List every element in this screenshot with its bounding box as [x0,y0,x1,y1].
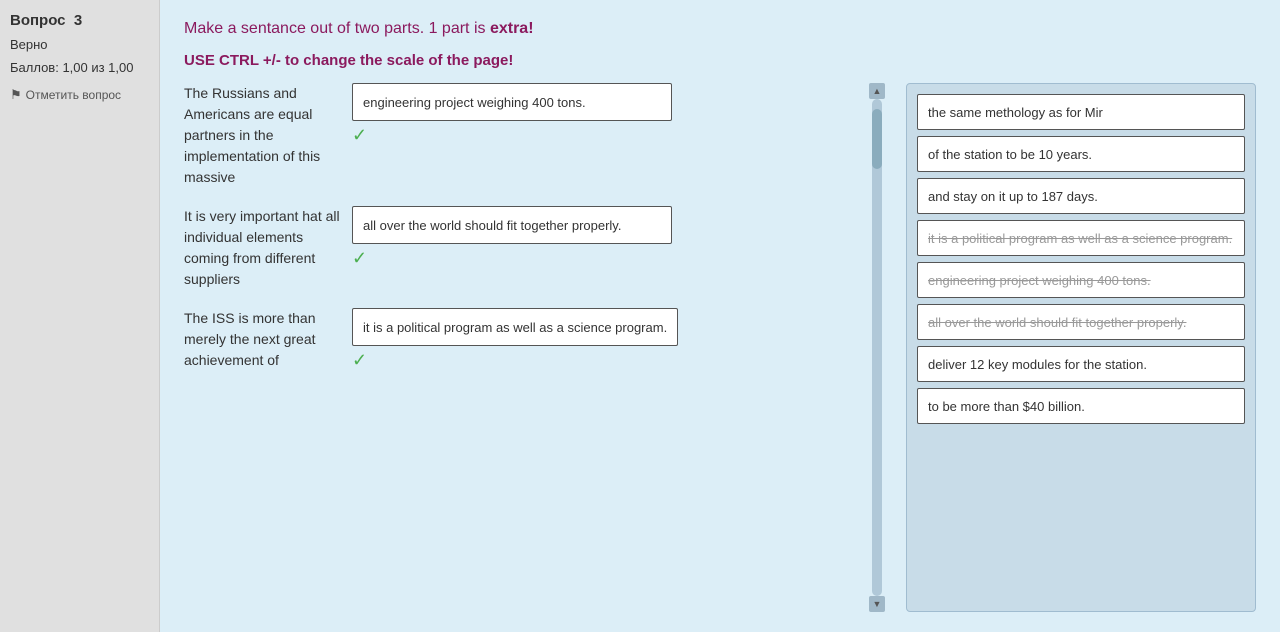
drop-box-2[interactable]: all over the world should fit together p… [352,206,672,244]
sentences-column: The Russians and Americans are equal par… [184,83,848,612]
sentence-row: It is very important hat all individual … [184,206,848,290]
sidebar: Вопрос 3 Верно Баллов: 1,00 из 1,00 ⚑ От… [0,0,160,632]
sentence-text-3: The ISS is more than merely the next gre… [184,308,344,371]
scroll-down-arrow[interactable]: ▼ [869,596,885,612]
flag-question-button[interactable]: ⚑ Отметить вопрос [10,87,149,103]
scrollbar[interactable]: ▲ ▼ [868,83,886,612]
score-label: Баллов: 1,00 из 1,00 [10,60,149,75]
drop-box-1[interactable]: engineering project weighing 400 tons. [352,83,672,121]
drop-zone-wrap-1: engineering project weighing 400 tons. ✓ [352,83,672,146]
exercise-area: The Russians and Americans are equal par… [184,83,1256,612]
answer-item[interactable]: engineering project weighing 400 tons. [917,262,1245,298]
answer-item[interactable]: the same methology as for Mir [917,94,1245,130]
flag-icon: ⚑ [10,87,22,103]
answer-item[interactable]: deliver 12 key modules for the station. [917,346,1245,382]
correct-label: Верно [10,37,149,52]
scroll-up-arrow[interactable]: ▲ [869,83,885,99]
check-mark-1: ✓ [352,125,367,146]
question-number: Вопрос 3 [10,12,149,29]
drop-box-3[interactable]: it is a political program as well as a s… [352,308,678,346]
answer-item[interactable]: to be more than $40 billion. [917,388,1245,424]
sentence-text-2: It is very important hat all individual … [184,206,344,290]
answer-item[interactable]: and stay on it up to 187 days. [917,178,1245,214]
main-content: Make a sentance out of two parts. 1 part… [160,0,1280,632]
sentence-row: The ISS is more than merely the next gre… [184,308,848,371]
answer-bank: the same methology as for Mir of the sta… [906,83,1256,612]
answer-item[interactable]: it is a political program as well as a s… [917,220,1245,256]
sentence-row: The Russians and Americans are equal par… [184,83,848,188]
instruction-line1: Make a sentance out of two parts. 1 part… [184,20,1256,38]
scrollbar-track[interactable] [872,99,882,596]
answer-item[interactable]: of the station to be 10 years. [917,136,1245,172]
drop-zone-wrap-3: it is a political program as well as a s… [352,308,678,371]
scrollbar-thumb[interactable] [872,109,882,169]
drop-zone-wrap-2: all over the world should fit together p… [352,206,672,269]
check-mark-2: ✓ [352,248,367,269]
answer-item[interactable]: all over the world should fit together p… [917,304,1245,340]
sentence-text-1: The Russians and Americans are equal par… [184,83,344,188]
check-mark-3: ✓ [352,350,367,371]
instruction-line2: USE CTRL +/- to change the scale of the … [184,52,1256,69]
